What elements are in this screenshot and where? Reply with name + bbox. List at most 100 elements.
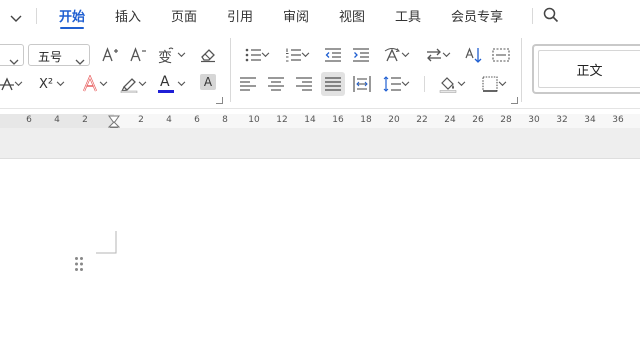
tab-tools[interactable]: 工具 xyxy=(395,6,421,25)
font-name-combo[interactable] xyxy=(0,44,24,66)
font-color-button[interactable]: A xyxy=(156,73,188,95)
superscript-button[interactable]: X² xyxy=(36,73,68,95)
font-dialog-launcher[interactable] xyxy=(216,97,223,104)
chevron-down-icon xyxy=(56,81,65,87)
ruler-tick: 30 xyxy=(528,115,540,125)
chevron-down-icon xyxy=(261,52,269,58)
collapse-ribbon-icon[interactable] xyxy=(10,9,22,28)
indent-icon xyxy=(353,48,369,62)
tab-view[interactable]: 视图 xyxy=(339,6,365,25)
document-background xyxy=(0,128,640,159)
border-icon xyxy=(481,76,498,92)
chevron-down-icon xyxy=(138,81,146,87)
chevron-down-icon xyxy=(75,51,85,70)
drag-handle-icon[interactable] xyxy=(74,256,84,276)
bullets-button[interactable] xyxy=(242,44,272,66)
borders-button[interactable] xyxy=(478,73,510,95)
chevron-down-icon xyxy=(14,81,22,87)
paragraph-dialog-launcher[interactable] xyxy=(511,97,518,104)
decrease-indent-button[interactable] xyxy=(323,44,343,66)
distributed-align-icon xyxy=(353,76,371,92)
decrease-font-icon xyxy=(130,47,146,62)
chevron-down-icon xyxy=(442,52,450,58)
ruler-tick: 36 xyxy=(612,115,624,125)
ruler-tick: 16 xyxy=(332,115,344,125)
chevron-down-icon xyxy=(401,52,409,58)
justify-button[interactable] xyxy=(321,72,345,96)
ruler-tick: 34 xyxy=(584,115,596,125)
align-justify-icon xyxy=(325,77,341,91)
chevron-down-icon xyxy=(301,52,309,58)
chevron-down-icon xyxy=(498,81,506,87)
tab-member[interactable]: 会员专享 xyxy=(451,6,503,25)
numbering-button[interactable] xyxy=(282,44,312,66)
ruler-tick: 4 xyxy=(54,115,60,125)
eraser-icon xyxy=(201,49,215,63)
align-left-icon xyxy=(240,77,256,91)
ruler-tick: 20 xyxy=(388,115,400,125)
ruler-tick: 12 xyxy=(276,115,288,125)
chevron-down-icon xyxy=(177,81,186,87)
sort-button[interactable] xyxy=(464,44,484,66)
increase-font-button[interactable] xyxy=(100,44,120,66)
group-separator xyxy=(424,76,425,92)
outdent-icon xyxy=(325,48,341,62)
ruler-tick: 14 xyxy=(304,115,316,125)
numbered-list-icon xyxy=(285,48,301,62)
show-marks-button[interactable] xyxy=(490,44,512,66)
align-left-button[interactable] xyxy=(238,73,258,95)
text-effect-button[interactable] xyxy=(78,73,110,95)
chevron-down-icon xyxy=(401,81,409,87)
sort-icon xyxy=(465,47,482,63)
column-layout-icon xyxy=(492,48,510,62)
paint-bucket-icon xyxy=(439,77,456,93)
clear-format-button[interactable] xyxy=(198,44,218,66)
distributed-button[interactable] xyxy=(352,73,372,95)
tab-home[interactable]: 开始 xyxy=(59,6,85,25)
chevron-down-icon xyxy=(99,81,107,87)
tab-references[interactable]: 引用 xyxy=(227,6,253,25)
decrease-font-button[interactable] xyxy=(128,44,148,66)
ruler-tick: 4 xyxy=(166,115,172,125)
ruler-tick: 26 xyxy=(472,115,484,125)
align-center-icon xyxy=(268,77,284,91)
style-normal[interactable]: 正文 xyxy=(538,50,640,88)
phonetic-guide-button[interactable]: 变 xyxy=(156,44,186,66)
chevron-down-icon xyxy=(177,52,185,58)
align-center-button[interactable] xyxy=(266,73,286,95)
active-tab-indicator xyxy=(60,27,84,29)
increase-indent-button[interactable] xyxy=(351,44,371,66)
convert-button[interactable] xyxy=(422,44,454,66)
horizontal-ruler[interactable]: 6 4 2 2 4 6 8 10 12 14 16 18 20 22 24 26… xyxy=(0,114,640,128)
chevron-down-icon xyxy=(9,51,19,70)
superscript-label: X² xyxy=(38,76,54,92)
tab-review[interactable]: 审阅 xyxy=(283,6,309,25)
font-color-icon: A xyxy=(158,74,174,94)
document-page[interactable] xyxy=(0,159,640,350)
ruler-tick: 2 xyxy=(82,115,88,125)
text-effect-icon xyxy=(82,75,97,92)
align-right-button[interactable] xyxy=(294,73,314,95)
line-spacing-icon xyxy=(383,76,401,92)
ruler-tick: 28 xyxy=(500,115,512,125)
highlight-button[interactable] xyxy=(116,73,150,95)
paragraph-shading-button[interactable] xyxy=(436,73,468,95)
tab-page[interactable]: 页面 xyxy=(171,6,197,25)
font-size-combo[interactable]: 五号 xyxy=(28,44,90,66)
group-separator xyxy=(230,38,231,102)
ruler-tick: 18 xyxy=(360,115,372,125)
text-direction-icon xyxy=(384,48,400,62)
strikethrough-button[interactable] xyxy=(0,73,26,95)
search-icon[interactable] xyxy=(543,7,559,27)
line-spacing-button[interactable] xyxy=(380,73,412,95)
margin-corner-mark xyxy=(96,231,118,259)
tab-insert[interactable]: 插入 xyxy=(115,6,141,25)
menu-separator xyxy=(532,8,533,24)
ruler-tick: 32 xyxy=(556,115,568,125)
style-gallery[interactable]: 正文 xyxy=(532,44,640,94)
phonetic-guide-icon: 变 xyxy=(158,47,173,64)
align-right-icon xyxy=(296,77,312,91)
increase-font-icon xyxy=(102,47,118,62)
character-shading-button[interactable]: A xyxy=(200,74,216,90)
text-direction-button[interactable] xyxy=(380,44,412,66)
